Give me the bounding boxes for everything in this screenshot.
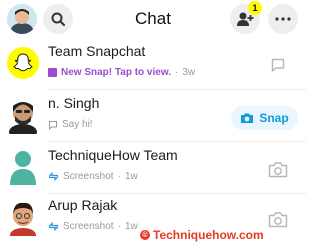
chat-name: Team Snapchat (48, 43, 146, 59)
chat-bubble-icon (271, 58, 285, 72)
chat-row-techniquehow-team[interactable]: TechniqueHow Team Screenshot · 1w (0, 146, 306, 194)
status-text: Screenshot (63, 221, 114, 232)
more-dots-icon (275, 17, 291, 21)
camera-reply-button[interactable] (267, 208, 289, 230)
status-text: Say hi! (62, 119, 93, 130)
camera-reply-button[interactable] (267, 158, 289, 180)
avatar (6, 148, 40, 186)
chat-reply-button[interactable] (267, 54, 289, 76)
chat-status: Say hi! (48, 119, 93, 130)
chat-row-singh[interactable]: n. Singh Say hi! Snap (0, 94, 306, 142)
more-button[interactable] (268, 4, 298, 34)
camera-icon (241, 113, 254, 123)
separator-dot: · (117, 171, 121, 182)
chat-status: Screenshot · 1w (48, 221, 138, 232)
chat-outline-icon (49, 120, 57, 130)
copyright-icon: © (140, 230, 150, 240)
avatar (6, 198, 40, 236)
row-divider (48, 89, 306, 90)
status-text: New Snap! Tap to view. (61, 67, 172, 78)
chat-name: TechniqueHow Team (48, 147, 178, 163)
watermark: © Techniquehow.com (140, 228, 264, 242)
default-avatar-icon (10, 151, 36, 185)
chat-time: 1w (124, 171, 138, 182)
snap-button[interactable]: Snap (231, 106, 298, 130)
chat-header: Chat 1 (0, 0, 306, 40)
avatar (6, 96, 40, 134)
screenshot-icon (48, 171, 59, 182)
chat-row-team-snapchat[interactable]: Team Snapchat New Snap! Tap to view. · 3… (0, 42, 306, 90)
chat-time: 3w (182, 67, 196, 78)
snapchat-logo-icon (7, 47, 39, 79)
bitmoji-avatar-icon (10, 202, 36, 236)
screenshot-icon (48, 221, 59, 232)
chat-time: 1w (124, 221, 138, 232)
status-text: Screenshot (63, 171, 114, 182)
chat-name: n. Singh (48, 95, 100, 111)
chat-status: New Snap! Tap to view. · 3w (48, 67, 195, 78)
row-divider (48, 141, 306, 142)
separator-dot: · (117, 221, 121, 232)
row-divider (48, 193, 306, 194)
bitmoji-avatar-icon (9, 102, 37, 134)
camera-outline-icon (268, 161, 288, 177)
chat-status: Screenshot · 1w (48, 171, 138, 182)
chat-name: Arup Rajak (48, 197, 118, 213)
separator-dot: · (175, 67, 179, 78)
snap-button-label: Snap (259, 111, 289, 125)
watermark-text: Techniquehow.com (153, 228, 264, 242)
new-snap-square-icon (48, 68, 57, 77)
camera-outline-icon (268, 211, 288, 227)
friend-request-badge: 1 (248, 1, 262, 15)
avatar (6, 44, 40, 82)
